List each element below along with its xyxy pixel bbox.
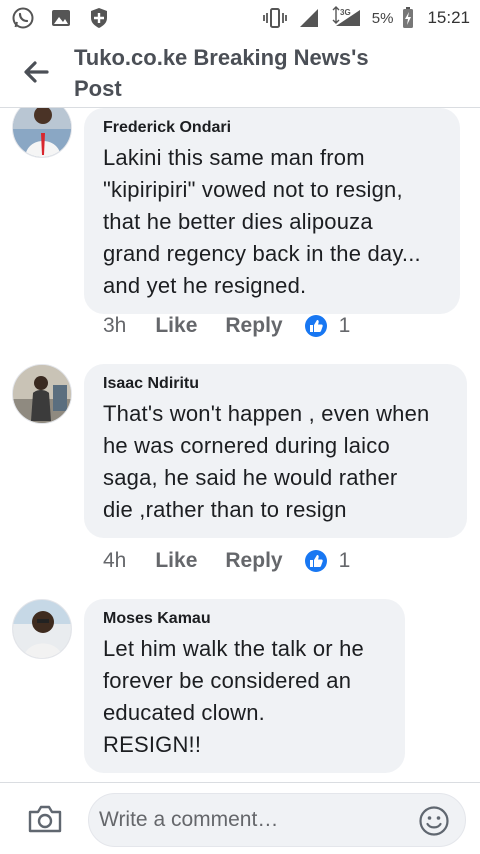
camera-button[interactable]: [26, 801, 64, 837]
shield-icon: [86, 5, 112, 31]
comment-timestamp[interactable]: 3h: [103, 314, 126, 338]
avatar[interactable]: [12, 599, 72, 659]
emoji-button[interactable]: [417, 804, 451, 838]
signal-icon: [296, 5, 322, 31]
comment-composer: [0, 782, 480, 854]
page-title: Tuko.co.ke Breaking News's Post: [74, 45, 369, 101]
status-bar-right: 3G 5% 15:21: [262, 5, 470, 31]
reaction-summary[interactable]: 1: [304, 314, 351, 338]
whatsapp-icon: [10, 5, 36, 31]
comment-list[interactable]: Frederick Ondari Lakini this same man fr…: [0, 108, 480, 782]
comment-actions: 4h Like Reply 1: [103, 549, 350, 573]
reaction-summary[interactable]: 1: [304, 549, 351, 573]
comment-input[interactable]: [99, 803, 399, 837]
comment-bubble[interactable]: Isaac Ndiritu That's won't happen , even…: [84, 364, 467, 538]
status-bar: 3G 5% 15:21: [0, 0, 480, 36]
like-button[interactable]: Like: [155, 314, 197, 338]
comment-item: Frederick Ondari Lakini this same man fr…: [0, 108, 480, 348]
thumbs-up-icon: [304, 315, 327, 337]
network-type-icon: 3G: [330, 5, 364, 31]
vibrate-icon: [262, 5, 288, 31]
comment-author[interactable]: Isaac Ndiritu: [103, 374, 453, 394]
app-header: Tuko.co.ke Breaking News's Post: [0, 36, 480, 108]
comment-actions: 3h Like Reply 1: [103, 314, 350, 338]
reaction-count: 1: [338, 314, 351, 337]
like-button[interactable]: Like: [155, 549, 197, 573]
avatar[interactable]: [12, 364, 72, 424]
gallery-icon: [48, 5, 74, 31]
thumbs-up-icon: [304, 550, 327, 572]
comment-text: That's won't happen , even when he was c…: [103, 401, 430, 522]
camera-icon: [28, 805, 62, 833]
back-button[interactable]: [18, 54, 54, 90]
comment-timestamp[interactable]: 4h: [103, 549, 126, 573]
comment-bubble[interactable]: Frederick Ondari Lakini this same man fr…: [84, 108, 460, 314]
comment-bubble[interactable]: Moses Kamau Let him walk the talk or he …: [84, 599, 405, 773]
avatar[interactable]: [12, 108, 72, 158]
reaction-count: 1: [338, 549, 351, 572]
battery-icon: [401, 5, 415, 31]
reply-button[interactable]: Reply: [225, 314, 282, 338]
reply-button[interactable]: Reply: [225, 549, 282, 573]
comment-text: Let him walk the talk or he forever be c…: [103, 636, 364, 757]
clock: 15:21: [427, 8, 470, 27]
status-bar-left: [10, 5, 112, 31]
battery-percent: 5%: [371, 9, 394, 27]
comment-text: Lakini this same man from "kipiripiri" v…: [103, 145, 421, 298]
comment-author[interactable]: Moses Kamau: [103, 609, 391, 629]
back-arrow-icon: [24, 61, 49, 83]
comment-author[interactable]: Frederick Ondari: [103, 118, 446, 138]
comment-box[interactable]: [88, 793, 466, 847]
network-type-label: 3G: [340, 8, 351, 17]
emoji-icon: [419, 806, 449, 836]
